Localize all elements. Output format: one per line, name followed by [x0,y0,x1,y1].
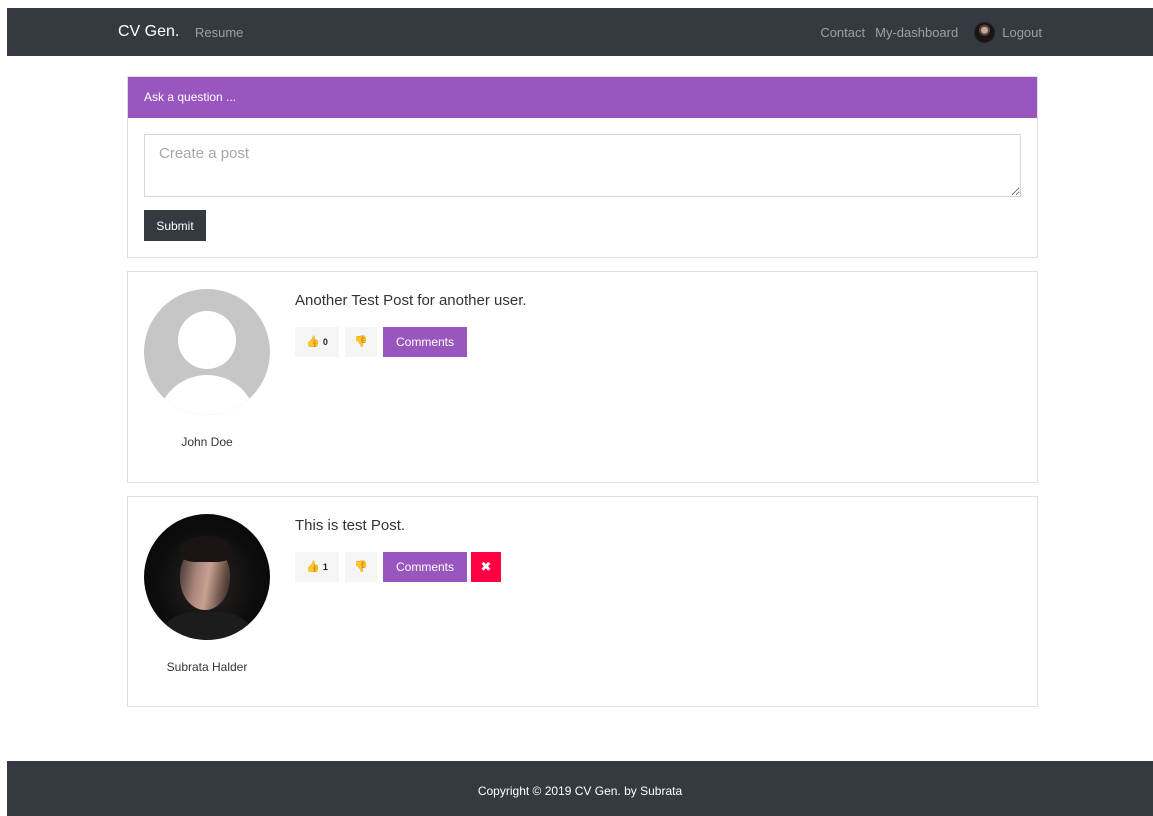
ask-question-header: Ask a question ... [128,77,1037,118]
comments-button[interactable]: Comments [383,552,467,582]
thumbs-up-icon: 👍 [306,560,320,573]
post-actions: 👍 0 👎 Comments [295,327,467,357]
nav-right-group: Contact My-dashboard Logout [820,8,1042,56]
thumbs-up-icon: 👍 [306,335,320,348]
comments-button[interactable]: Comments [383,327,467,357]
dislike-button[interactable]: 👎 [345,552,377,582]
user-avatar[interactable] [974,21,996,43]
dislike-button[interactable]: 👎 [345,327,377,357]
create-post-input[interactable] [144,134,1021,197]
page-footer: Copyright © 2019 CV Gen. by Subrata [7,761,1153,816]
thumbs-down-icon: 👎 [354,335,368,348]
nav-link-contact[interactable]: Contact [820,25,865,40]
like-button[interactable]: 👍 0 [295,327,339,357]
thumbs-down-icon: 👎 [354,560,368,573]
nav-link-resume[interactable]: Resume [195,25,243,40]
avatar-shirt-shape [154,612,260,640]
like-count: 0 [322,337,328,347]
brand-logo[interactable]: CV Gen. [118,23,179,41]
avatar-hair-shape [180,536,232,562]
like-count: 1 [322,562,328,572]
submit-button[interactable]: Submit [144,210,206,241]
delete-button[interactable]: ✖ [471,552,501,582]
post-card: John Doe Another Test Post for another u… [127,271,1038,483]
avatar-body-shape [157,375,257,415]
like-button[interactable]: 👍 1 [295,552,339,582]
footer-copyright: Copyright © 2019 CV Gen. by Subrata [477,784,683,798]
nav-link-logout[interactable]: Logout [1002,25,1042,40]
post-text: Another Test Post for another user. [295,292,527,309]
nav-link-dashboard[interactable]: My-dashboard [875,25,958,40]
post-card: Subrata Halder This is test Post. 👍 1 👎 … [127,496,1038,707]
avatar-head-shape [178,311,236,369]
post-author-name: John Doe [181,435,233,449]
post-author-name: Subrata Halder [166,660,248,674]
user-photo-avatar [144,514,270,640]
close-icon: ✖ [480,559,492,575]
post-text: This is test Post. [295,517,406,534]
ask-question-card: Ask a question ... Submit [127,76,1038,258]
default-user-avatar [144,289,270,415]
post-actions: 👍 1 👎 Comments ✖ [295,552,501,582]
top-navbar: CV Gen. Resume Contact My-dashboard Logo… [7,8,1153,56]
